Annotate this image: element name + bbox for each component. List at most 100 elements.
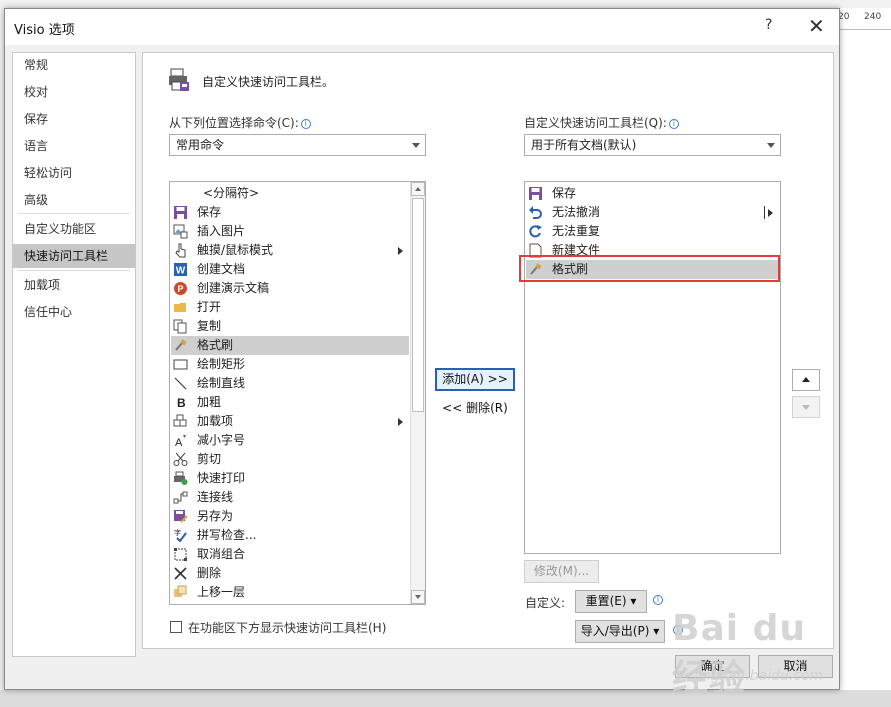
commands-source-value: 常用命令	[176, 138, 225, 152]
show-below-ribbon-checkbox[interactable]	[170, 621, 182, 633]
list-item[interactable]: P 创建演示文稿	[171, 279, 409, 298]
show-below-ribbon-label[interactable]: 在功能区下方显示快速访问工具栏(H)	[188, 619, 386, 636]
nav-divider	[18, 213, 130, 214]
list-item[interactable]: 保存	[526, 184, 779, 203]
list-item[interactable]: 复制	[171, 317, 409, 336]
svg-text:W: W	[176, 266, 186, 277]
bold-icon: B	[177, 396, 186, 410]
split-divider	[764, 206, 765, 219]
list-item[interactable]: 无法重复	[526, 222, 779, 241]
font-decrease-icon: A	[175, 435, 186, 448]
svg-text:A: A	[175, 437, 183, 448]
scissors-icon	[173, 452, 188, 466]
submenu-arrow-icon	[768, 209, 773, 217]
printer-icon	[174, 471, 188, 485]
commands-source-label: 从下列位置选择命令(C): i	[169, 114, 311, 131]
spelling-icon: 字	[174, 528, 187, 543]
list-item[interactable]: 打开	[171, 298, 409, 317]
commands-scrollbar[interactable]	[410, 182, 425, 604]
ungroup-icon	[174, 548, 187, 561]
commands-list[interactable]: <分隔符> 保存 插入图片 触摸/鼠标模式 W 创建文档 P 创建演示文稿 打开…	[169, 181, 426, 605]
redo-icon	[529, 225, 542, 238]
title-bar: Visio 选项 ? ✕	[5, 9, 839, 45]
reset-button[interactable]: 重置(E) ▾	[575, 590, 647, 613]
dialog-title: Visio 选项	[14, 23, 75, 38]
import-export-button[interactable]: 导入/导出(P) ▾	[575, 620, 665, 643]
customize-label: 自定义:	[525, 596, 566, 610]
list-item[interactable]: 无法撤消	[526, 203, 779, 222]
submenu-arrow-icon	[398, 247, 403, 255]
nav-item-trust-center[interactable]: 信任中心	[13, 300, 135, 324]
toolbar-scope-value: 用于所有文档(默认)	[531, 138, 637, 152]
list-item[interactable]: 绘制矩形	[171, 355, 409, 374]
nav-item-general[interactable]: 常规	[13, 53, 135, 77]
submenu-arrow-icon	[398, 418, 403, 426]
nav-item-addins[interactable]: 加载项	[13, 273, 135, 297]
toolbar-scope-select[interactable]: 用于所有文档(默认)	[524, 134, 781, 156]
move-down-button[interactable]	[792, 396, 820, 418]
remove-button[interactable]: << 删除(R)	[435, 397, 515, 420]
move-up-button[interactable]	[792, 369, 820, 391]
list-item[interactable]: 字 拼写检查...	[171, 526, 409, 545]
toolbar-items-list[interactable]: 保存 无法撤消 无法重复 新建文件 格式刷	[524, 181, 781, 554]
page-title: 自定义快速访问工具栏。	[202, 75, 335, 89]
nav-item-language[interactable]: 语言	[13, 134, 135, 158]
touch-icon	[175, 243, 186, 258]
watermark-logo: Bai du 经验 jingyan.baidu.com	[672, 608, 824, 699]
nav-item-accessibility[interactable]: 轻松访问	[13, 161, 135, 185]
nav-item-proofing[interactable]: 校对	[13, 80, 135, 104]
rectangle-icon	[173, 359, 188, 370]
list-item[interactable]: 删除	[171, 564, 409, 583]
connector-icon	[173, 491, 188, 504]
quick-access-toolbar-icon	[169, 68, 189, 91]
chevron-down-icon	[412, 143, 420, 148]
help-button[interactable]: ?	[765, 17, 772, 33]
commands-source-select[interactable]: 常用命令	[169, 134, 426, 156]
nav-divider	[18, 270, 130, 271]
scroll-thumb[interactable]	[412, 198, 424, 412]
list-item[interactable]: 另存为	[171, 507, 409, 526]
nav-item-customize-ribbon[interactable]: 自定义功能区	[13, 217, 135, 241]
copy-icon	[173, 319, 187, 334]
add-button[interactable]: 添加(A) >>	[435, 368, 515, 391]
delete-icon	[174, 567, 187, 580]
list-item[interactable]: W 创建文档	[171, 260, 409, 279]
nav-item-advanced[interactable]: 高级	[13, 188, 135, 212]
save-icon	[174, 206, 187, 219]
nav-item-quick-access-toolbar[interactable]: 快速访问工具栏	[13, 244, 135, 268]
list-item[interactable]: 连接线	[171, 488, 409, 507]
info-icon: i	[653, 595, 663, 605]
format-painter-icon	[175, 339, 187, 351]
list-item[interactable]: 上移一层	[171, 583, 409, 602]
list-item[interactable]: 插入图片	[171, 222, 409, 241]
scroll-down-button[interactable]	[411, 590, 425, 604]
info-icon: i	[300, 119, 311, 129]
list-item-selected[interactable]: 格式刷	[171, 336, 409, 355]
toolbar-scope-label: 自定义快速访问工具栏(Q): i	[524, 114, 679, 131]
list-item[interactable]: 快速打印	[171, 469, 409, 488]
highlight-annotation	[519, 255, 780, 282]
arrow-down-icon	[802, 405, 810, 410]
powerpoint-icon: P	[174, 282, 187, 295]
modify-button[interactable]: 修改(M)...	[524, 560, 599, 583]
list-item[interactable]: B 加粗	[171, 393, 409, 412]
scroll-up-button[interactable]	[411, 182, 425, 196]
addins-icon	[173, 414, 187, 427]
list-item[interactable]: 加载项	[171, 412, 409, 431]
main-panel: 自定义快速访问工具栏。 从下列位置选择命令(C): i 常用命令 自定义快速访问工…	[142, 52, 834, 649]
list-item[interactable]: 剪切	[171, 450, 409, 469]
info-icon: i	[668, 119, 679, 129]
list-item[interactable]: 绘制直线	[171, 374, 409, 393]
list-item[interactable]: <分隔符>	[171, 184, 409, 203]
list-item[interactable]: A 减小字号	[171, 431, 409, 450]
ruler-tick: 240	[864, 12, 882, 22]
list-item[interactable]: 触摸/鼠标模式	[171, 241, 409, 260]
chevron-down-icon	[767, 143, 775, 148]
list-item[interactable]: 保存	[171, 203, 409, 222]
nav-item-save[interactable]: 保存	[13, 107, 135, 131]
close-button[interactable]: ✕	[808, 14, 825, 38]
list-item[interactable]: 取消组合	[171, 545, 409, 564]
folder-icon	[174, 303, 186, 312]
options-nav: 常规 校对 保存 语言 轻松访问 高级 自定义功能区 快速访问工具栏 加载项 信…	[12, 52, 136, 657]
line-icon	[174, 377, 187, 390]
